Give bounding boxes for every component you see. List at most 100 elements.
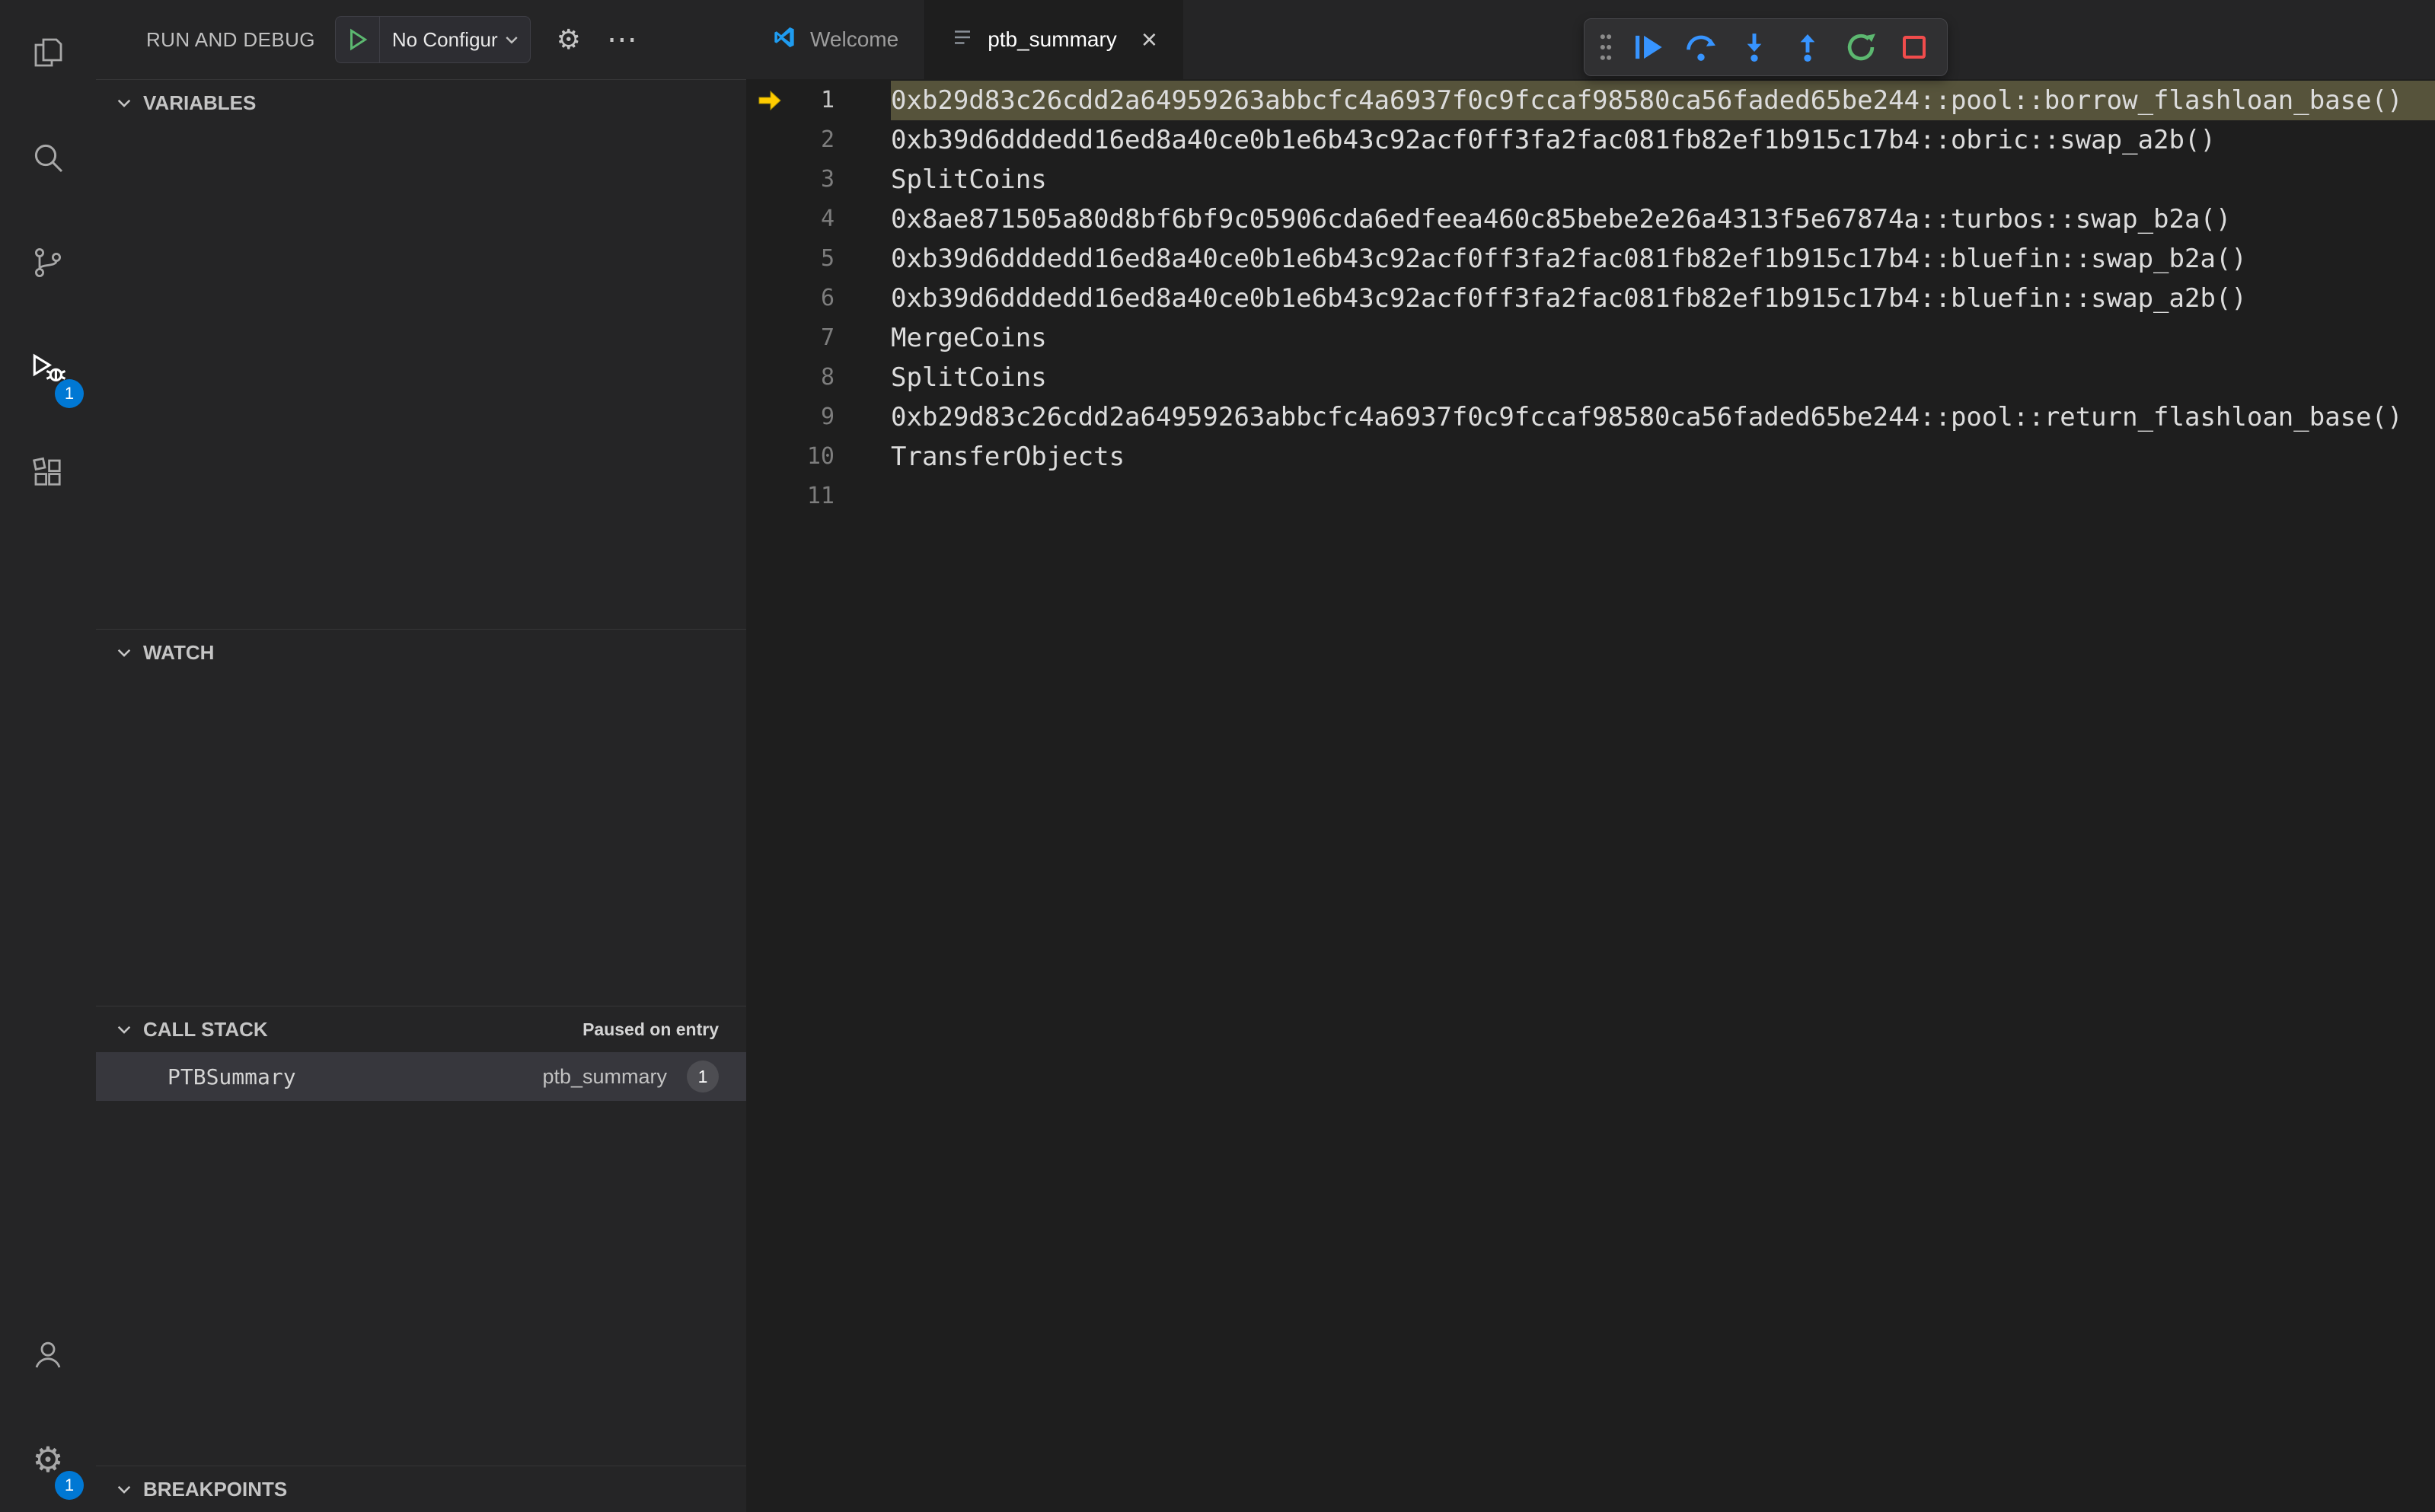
code-line[interactable]: 9 0xb29d83c26cdd2a64959263abbcfc4a6937f0…	[746, 397, 2435, 437]
settings-gear-icon[interactable]: ⚙ 1	[0, 1407, 96, 1512]
line-number: 11	[806, 483, 835, 509]
line-text: TransferObjects	[891, 442, 1125, 472]
code-line[interactable]: 2 0xb39d6dddedd16ed8a40ce0b1e6b43c92acf0…	[746, 120, 2435, 160]
call-stack-frame[interactable]: PTBSummary ptb_summary 1	[96, 1052, 746, 1102]
vscode-window: 1 ⚙ 1 RUN AND DEBUG No Configur ⚙ ⋯ VARI…	[0, 0, 2435, 1512]
file-list-icon	[951, 26, 974, 54]
line-gutter[interactable]: 8	[746, 358, 891, 397]
code-line[interactable]: 11	[746, 477, 2435, 516]
line-text: 0xb39d6dddedd16ed8a40ce0b1e6b43c92acf0ff…	[891, 283, 2247, 314]
activity-bar-top: 1	[0, 0, 96, 525]
close-tab-icon[interactable]: ×	[1141, 26, 1157, 53]
chevron-down-icon	[114, 643, 134, 662]
line-number: 8	[820, 364, 835, 391]
line-number: 5	[820, 245, 835, 272]
line-text: SplitCoins	[891, 362, 1047, 393]
call-stack-section: CALL STACK Paused on entry PTBSummary pt…	[96, 1006, 746, 1466]
line-gutter[interactable]: 11	[746, 477, 891, 516]
tab-ptb-summary[interactable]: ptb_summary ×	[925, 0, 1183, 79]
line-gutter[interactable]: 4	[746, 199, 891, 239]
line-number: 2	[820, 126, 835, 153]
chevron-down-icon	[503, 30, 530, 49]
panel-header: RUN AND DEBUG No Configur ⚙ ⋯	[96, 0, 746, 79]
line-number: 3	[820, 166, 835, 193]
variables-body	[96, 126, 746, 629]
line-text	[891, 477, 2435, 516]
code-line[interactable]: 10 TransferObjects	[746, 437, 2435, 477]
step-out-button[interactable]	[1782, 22, 1833, 72]
tab-label: Welcome	[810, 27, 899, 51]
settings-count-badge: 1	[55, 1471, 84, 1500]
line-number: 4	[820, 206, 835, 232]
frame-count-badge: 1	[687, 1061, 719, 1093]
watch-section: WATCH	[96, 629, 746, 1006]
source-control-icon[interactable]	[0, 210, 96, 315]
line-text: 0xb29d83c26cdd2a64959263abbcfc4a6937f0c9…	[891, 81, 2435, 120]
editor[interactable]: 1 0xb29d83c26cdd2a64959263abbcfc4a6937f0…	[746, 79, 2435, 1512]
continue-button[interactable]	[1623, 22, 1673, 72]
frame-file: ptb_summary	[542, 1064, 667, 1088]
activity-bar-bottom: ⚙ 1	[0, 1302, 96, 1512]
stop-square-icon	[1903, 36, 1926, 59]
line-gutter[interactable]: 10	[746, 437, 891, 477]
restart-button[interactable]	[1836, 22, 1886, 72]
search-icon[interactable]	[0, 105, 96, 210]
code-line[interactable]: 6 0xb39d6dddedd16ed8a40ce0b1e6b43c92acf0…	[746, 279, 2435, 318]
toolbar-drag-handle[interactable]	[1592, 22, 1620, 72]
run-and-debug-icon[interactable]: 1	[0, 315, 96, 420]
code-line[interactable]: 1 0xb29d83c26cdd2a64959263abbcfc4a6937f0…	[746, 81, 2435, 120]
breakpoints-section: BREAKPOINTS	[96, 1466, 746, 1512]
debug-config-dropdown[interactable]: No Configur	[334, 16, 531, 63]
debug-toolbar	[1584, 18, 1948, 76]
line-gutter[interactable]: 1	[746, 81, 891, 120]
gear-glyph: ⚙	[32, 1440, 64, 1479]
line-text: MergeCoins	[891, 323, 1047, 353]
play-icon	[350, 28, 368, 51]
config-label: No Configur	[391, 27, 498, 51]
line-text: 0x8ae871505a80d8bf6bf9c05906cda6edfeea46…	[891, 204, 2232, 234]
watch-section-label: WATCH	[143, 640, 215, 664]
line-gutter[interactable]: 7	[746, 318, 891, 358]
tab-welcome[interactable]: Welcome	[746, 0, 926, 79]
code-line[interactable]: 8 SplitCoins	[746, 358, 2435, 397]
watch-section-header[interactable]: WATCH	[96, 630, 746, 675]
line-number: 9	[820, 404, 835, 430]
panel-title: RUN AND DEBUG	[146, 27, 315, 51]
code-line[interactable]: 4 0x8ae871505a80d8bf6bf9c05906cda6edfeea…	[746, 199, 2435, 239]
watch-body	[96, 675, 746, 1006]
breakpoints-section-header[interactable]: BREAKPOINTS	[96, 1466, 746, 1512]
explorer-icon[interactable]	[0, 0, 96, 105]
stop-button[interactable]	[1889, 22, 1939, 72]
chevron-down-icon	[114, 93, 134, 113]
call-stack-section-label: CALL STACK	[143, 1017, 268, 1041]
more-actions-icon[interactable]: ⋯	[607, 24, 639, 55]
account-icon[interactable]	[0, 1302, 96, 1407]
pause-reason-status: Paused on entry	[582, 1019, 719, 1039]
line-gutter[interactable]: 3	[746, 160, 891, 199]
debug-gear-icon[interactable]: ⚙	[557, 26, 581, 53]
code-line[interactable]: 7 MergeCoins	[746, 318, 2435, 358]
line-gutter[interactable]: 2	[746, 120, 891, 160]
code-line[interactable]: 5 0xb39d6dddedd16ed8a40ce0b1e6b43c92acf0…	[746, 239, 2435, 279]
variables-section-label: VARIABLES	[143, 91, 257, 114]
chevron-down-icon	[114, 1479, 134, 1499]
line-gutter[interactable]: 6	[746, 279, 891, 318]
vscode-logo-icon	[772, 25, 796, 55]
line-number: 7	[820, 324, 835, 351]
line-number: 6	[820, 285, 835, 311]
start-debugging-button[interactable]	[336, 17, 380, 62]
line-gutter[interactable]: 5	[746, 239, 891, 279]
variables-section-header[interactable]: VARIABLES	[96, 80, 746, 126]
line-gutter[interactable]: 9	[746, 397, 891, 437]
call-stack-section-header[interactable]: CALL STACK Paused on entry	[96, 1006, 746, 1052]
extensions-icon[interactable]	[0, 420, 96, 525]
editor-group: Welcome ptb_summary × 1 0xb29d83c26cdd2a…	[746, 0, 2435, 1512]
tab-label: ptb_summary	[988, 27, 1117, 51]
line-text: 0xb39d6dddedd16ed8a40ce0b1e6b43c92acf0ff…	[891, 244, 2247, 274]
step-over-button[interactable]	[1676, 22, 1726, 72]
variables-section: VARIABLES	[96, 79, 746, 629]
code-line[interactable]: 3 SplitCoins	[746, 160, 2435, 199]
chevron-down-icon	[114, 1019, 134, 1039]
step-into-button[interactable]	[1729, 22, 1779, 72]
line-number: 1	[820, 87, 835, 113]
